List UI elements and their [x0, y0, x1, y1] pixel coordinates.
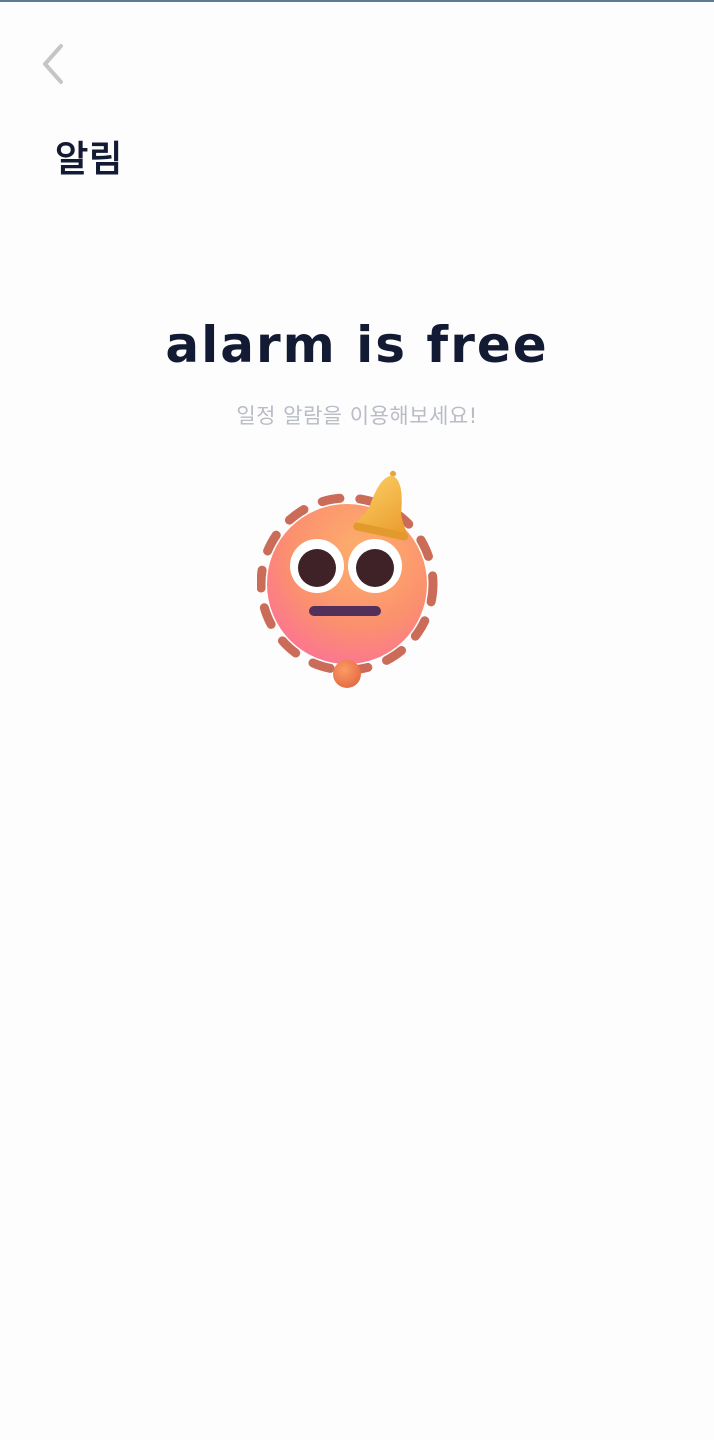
alarm-screen: 알림 alarm is free 일정 알람을 이용해보세요! — [0, 0, 714, 1440]
empty-state: alarm is free 일정 알람을 이용해보세요! — [0, 310, 714, 694]
alarm-bell-face-icon — [257, 470, 438, 688]
status-divider — [0, 0, 714, 2]
empty-subtitle: 일정 알람을 이용해보세요! — [236, 404, 478, 428]
page-title: 알림 — [55, 139, 124, 180]
chevron-left-icon — [43, 44, 63, 84]
back-button[interactable] — [30, 40, 78, 88]
headline-text: alarm is free — [167, 316, 547, 374]
headline-logo: alarm is free — [167, 316, 547, 374]
